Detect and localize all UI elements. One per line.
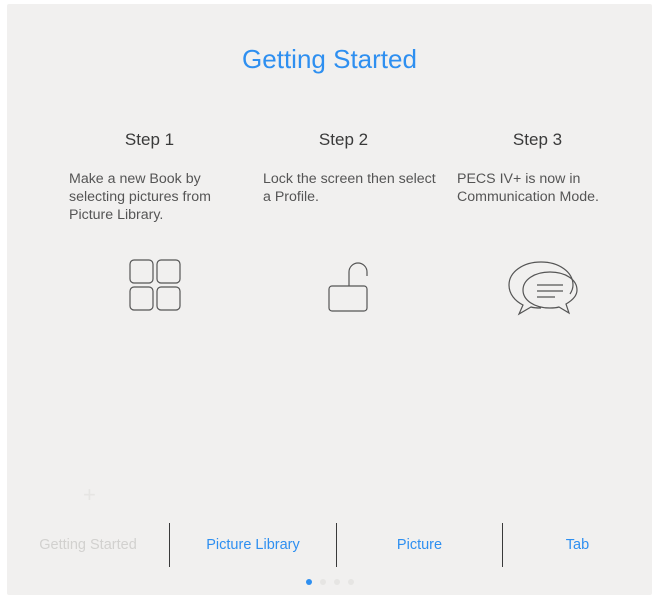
step-1-description: Make a new Book by selecting pictures fr… [69,171,211,223]
step-1: Step 1 Make a new Book by selecting pict… [62,130,247,311]
page-dot[interactable] [347,579,354,585]
page-indicator[interactable] [7,579,652,585]
page-dot[interactable] [319,579,326,585]
step-3-title: Step 3 [512,130,563,149]
grid-icon [62,258,247,317]
step-3-description: PECS IV+ is now in Communication Mode. [457,171,599,205]
page-dot[interactable] [333,579,340,585]
tab-getting-started[interactable]: Getting Started [7,523,169,567]
add-icon[interactable]: + [83,482,96,508]
step-3: Step 3 PECS IV+ is now in Communication … [450,130,635,316]
tab-tab[interactable]: Tab [503,523,652,567]
step-2-title: Step 2 [318,130,369,149]
step-1-title: Step 1 [124,130,175,149]
tab-picture[interactable]: Picture [337,523,502,567]
getting-started-panel: Getting Started Step 1 Make a new Book b… [7,4,652,595]
speech-bubbles-icon [450,258,635,323]
step-2-description: Lock the screen then select a Profile. [263,171,436,205]
step-2: Step 2 Lock the screen then select a Pro… [256,130,441,312]
tab-bar: Getting Started Picture Library Picture … [7,523,652,567]
tab-picture-library[interactable]: Picture Library [170,523,336,567]
page-dot[interactable] [305,579,312,585]
page-title: Getting Started [242,44,417,74]
unlock-icon [256,258,441,319]
